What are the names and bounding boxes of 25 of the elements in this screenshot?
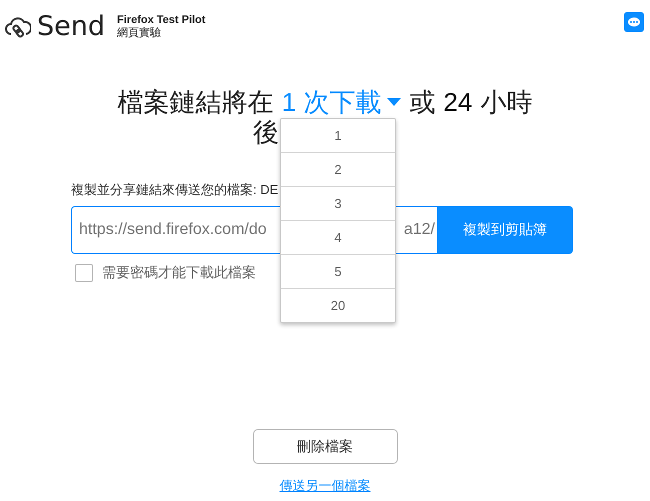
checkbox[interactable] [75,264,93,282]
logo-icon [5,15,31,39]
delete-button[interactable]: 刪除檔案 [252,429,398,464]
downloads-select[interactable]: 1 次下載 [282,87,402,117]
dropdown-option[interactable]: 5 [281,254,395,288]
send-another-link[interactable]: 傳送另一個檔案 [280,477,370,495]
checkbox-label: 需要密碼才能下載此檔案 [102,264,256,282]
dropdown-option[interactable]: 20 [281,288,395,322]
dropdown-option[interactable]: 4 [281,220,395,254]
brand-name: Send [37,12,106,42]
heading-text: 小時 [480,87,532,117]
share-label: 複製並分享鏈結來傳送您的檔案: DE [71,181,280,199]
heading-text: 後 [253,117,279,147]
copy-button[interactable]: 複製到剪貼簿 [437,206,573,254]
hours-value: 24 [443,87,472,117]
heading-text: 檔案鏈結將在 [118,87,274,117]
caret-icon [387,98,402,106]
dropdown-option[interactable]: 2 [281,152,395,186]
dropdown-option[interactable]: 3 [281,186,395,220]
heading-text: 或 [409,87,436,117]
dropdown-option[interactable]: 1 [281,119,395,152]
subtitle: 網頁實驗 [117,27,162,40]
chat-icon [628,17,640,27]
feedback-button[interactable] [624,12,644,32]
product-name: Firefox Test Pilot [117,14,206,27]
